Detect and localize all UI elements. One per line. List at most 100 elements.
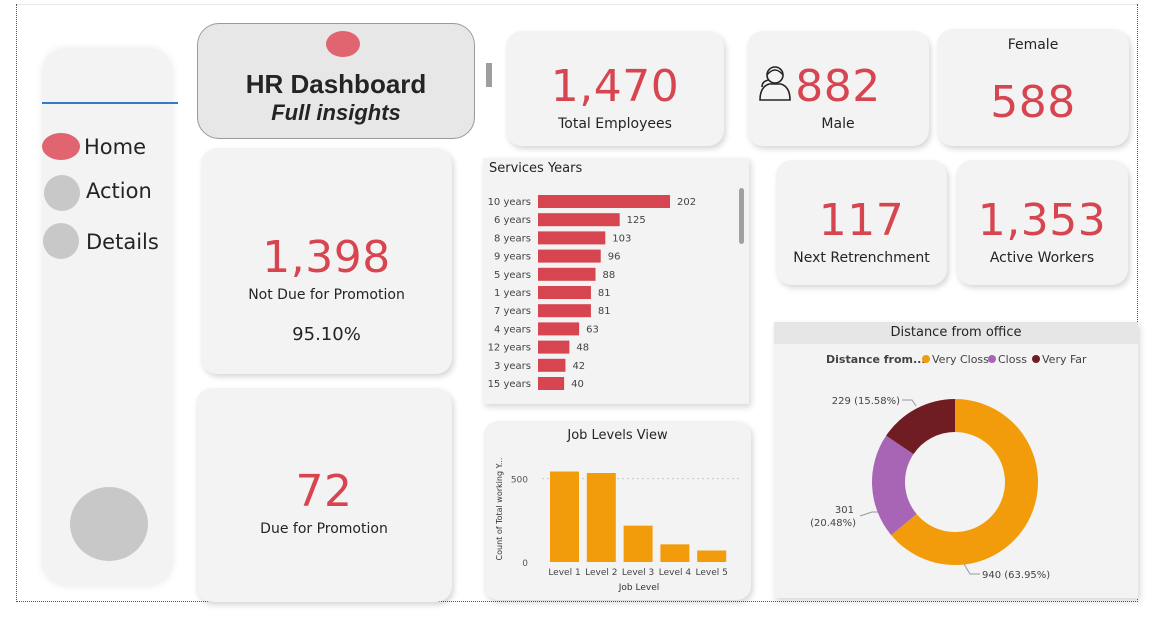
male-label: Male bbox=[821, 116, 855, 132]
total-employees-value: 1,470 bbox=[550, 61, 680, 112]
job-levels-panel: Job Levels View 0 500 Level 1 Level 2 Level … bbox=[484, 421, 751, 600]
job-levels-ytick: 0 bbox=[522, 559, 528, 569]
distance-leader-line bbox=[902, 399, 917, 407]
details-nav-indicator[interactable] bbox=[43, 223, 79, 259]
action-nav-indicator[interactable] bbox=[44, 175, 80, 211]
services-years-tick-label: 15 years bbox=[488, 379, 531, 390]
distance-donut-chart: Distance from... Very Closs Closs Very Far 9… bbox=[810, 353, 1087, 581]
distance-legend-title: Distance from... bbox=[826, 353, 926, 366]
services-years-data-label: 125 bbox=[627, 215, 646, 226]
title-card: HR Dashboard Full insights bbox=[197, 23, 475, 139]
job-levels-ytick: 500 bbox=[511, 476, 528, 486]
active-workers-card: 1,353 Active Workers bbox=[956, 160, 1128, 285]
services-years-bar bbox=[538, 286, 591, 299]
services-years-bar bbox=[538, 267, 596, 281]
job-levels-ylabel: Count of Total working Y... bbox=[495, 458, 504, 561]
job-levels-xtick: Level 2 bbox=[585, 568, 617, 578]
services-years-data-label: 96 bbox=[608, 252, 621, 263]
home-nav-indicator[interactable] bbox=[42, 133, 80, 160]
services-years-bar bbox=[538, 377, 565, 390]
services-years-bar bbox=[538, 249, 601, 263]
job-levels-xtick: Level 5 bbox=[696, 568, 728, 578]
not-due-promotion-percent: 95.10% bbox=[292, 324, 361, 345]
female-value: 588 bbox=[990, 77, 1076, 128]
title-decoration-dot bbox=[326, 31, 360, 57]
job-levels-xtick: Level 4 bbox=[659, 568, 692, 578]
services-years-data-label: 40 bbox=[571, 379, 584, 390]
distance-leader-line bbox=[963, 563, 980, 575]
distance-legend-marker bbox=[1032, 355, 1040, 363]
services-years-bar bbox=[538, 213, 620, 227]
services-years-bar bbox=[538, 340, 570, 354]
distance-leader-line bbox=[859, 511, 878, 517]
services-years-data-label: 63 bbox=[586, 324, 599, 335]
services-years-chart: 10 years 202 6 years 125 8 years 103 9 years 96… bbox=[488, 195, 696, 390]
not-due-promotion-label: Not Due for Promotion bbox=[248, 287, 405, 303]
male-value: 882 bbox=[795, 61, 881, 112]
services-years-tick-label: 5 years bbox=[494, 270, 531, 281]
services-years-data-label: 81 bbox=[598, 288, 611, 299]
job-levels-bar bbox=[586, 473, 616, 562]
nav-item-details[interactable]: Details bbox=[86, 229, 159, 255]
job-levels-xtick: Level 3 bbox=[622, 568, 654, 578]
not-due-promotion-card: 1,398 Not Due for Promotion 95.10% bbox=[201, 148, 452, 374]
person-icon bbox=[759, 66, 791, 101]
services-years-data-label: 202 bbox=[677, 197, 696, 208]
services-years-tick-label: 4 years bbox=[494, 324, 531, 335]
female-card: Female 588 bbox=[937, 29, 1129, 146]
job-levels-bar bbox=[550, 471, 579, 562]
services-years-tick-label: 9 years bbox=[494, 252, 531, 263]
nav-item-home[interactable]: Home bbox=[84, 134, 146, 160]
due-promotion-card: 72 Due for Promotion bbox=[196, 388, 452, 602]
services-years-bar bbox=[538, 322, 580, 336]
due-promotion-value: 72 bbox=[295, 466, 353, 517]
services-years-data-label: 88 bbox=[603, 270, 616, 281]
distance-legend-label: Very Closs bbox=[932, 353, 989, 366]
distance-data-label: 229 (15.58%) bbox=[832, 396, 900, 407]
services-years-scrollbar[interactable] bbox=[739, 188, 744, 244]
active-workers-label: Active Workers bbox=[989, 250, 1095, 266]
services-years-data-label: 42 bbox=[572, 361, 585, 372]
job-levels-xlabel: Job Level bbox=[618, 583, 660, 593]
male-card: 882 Male bbox=[747, 31, 929, 146]
services-years-panel: Services Years 10 years 202 6 years 125 8 ye… bbox=[483, 158, 749, 404]
user-avatar-button[interactable] bbox=[70, 487, 148, 561]
next-retrenchment-label: Next Retrenchment bbox=[793, 250, 930, 266]
services-years-tick-label: 10 years bbox=[488, 197, 531, 208]
distance-data-label: 940 (63.95%) bbox=[982, 570, 1050, 581]
services-years-tick-label: 12 years bbox=[488, 343, 531, 354]
job-levels-xtick: Level 1 bbox=[548, 568, 580, 578]
active-workers-value: 1,353 bbox=[977, 195, 1107, 246]
not-due-promotion-value: 1,398 bbox=[262, 232, 391, 283]
services-years-tick-label: 3 years bbox=[494, 361, 531, 372]
divider-handle bbox=[486, 63, 492, 87]
nav-item-action[interactable]: Action bbox=[86, 178, 152, 204]
page-title: HR Dashboard bbox=[245, 69, 427, 99]
distance-legend-marker bbox=[988, 355, 996, 363]
due-promotion-label: Due for Promotion bbox=[260, 521, 388, 537]
next-retrenchment-value: 117 bbox=[818, 195, 905, 246]
job-levels-bar bbox=[623, 525, 653, 562]
services-years-tick-label: 1 years bbox=[494, 288, 531, 299]
services-years-bar bbox=[538, 358, 566, 372]
services-years-data-label: 81 bbox=[598, 306, 611, 317]
services-years-tick-label: 7 years bbox=[494, 306, 531, 317]
distance-data-label: 301 bbox=[835, 505, 854, 516]
total-employees-card: 1,470 Total Employees bbox=[506, 31, 724, 146]
total-employees-label: Total Employees bbox=[558, 116, 672, 132]
page-subtitle: Full insights bbox=[271, 100, 401, 125]
next-retrenchment-card: 117 Next Retrenchment bbox=[776, 160, 947, 285]
services-years-data-label: 103 bbox=[612, 233, 631, 244]
distance-legend-marker bbox=[922, 355, 930, 363]
job-levels-chart: 0 500 Level 1 Level 2 Level 3 Level 4 Level 5 J… bbox=[495, 458, 742, 593]
services-years-bar bbox=[538, 304, 591, 318]
female-label: Female bbox=[1007, 37, 1059, 53]
services-years-tick-label: 8 years bbox=[494, 233, 531, 244]
job-levels-bar bbox=[697, 550, 727, 562]
sidebar-divider bbox=[42, 102, 178, 104]
job-levels-bar bbox=[660, 544, 690, 562]
services-years-bar bbox=[538, 195, 670, 208]
services-years-tick-label: 6 years bbox=[494, 215, 531, 226]
services-years-data-label: 48 bbox=[576, 343, 589, 354]
distance-legend-label: Very Far bbox=[1042, 353, 1087, 366]
